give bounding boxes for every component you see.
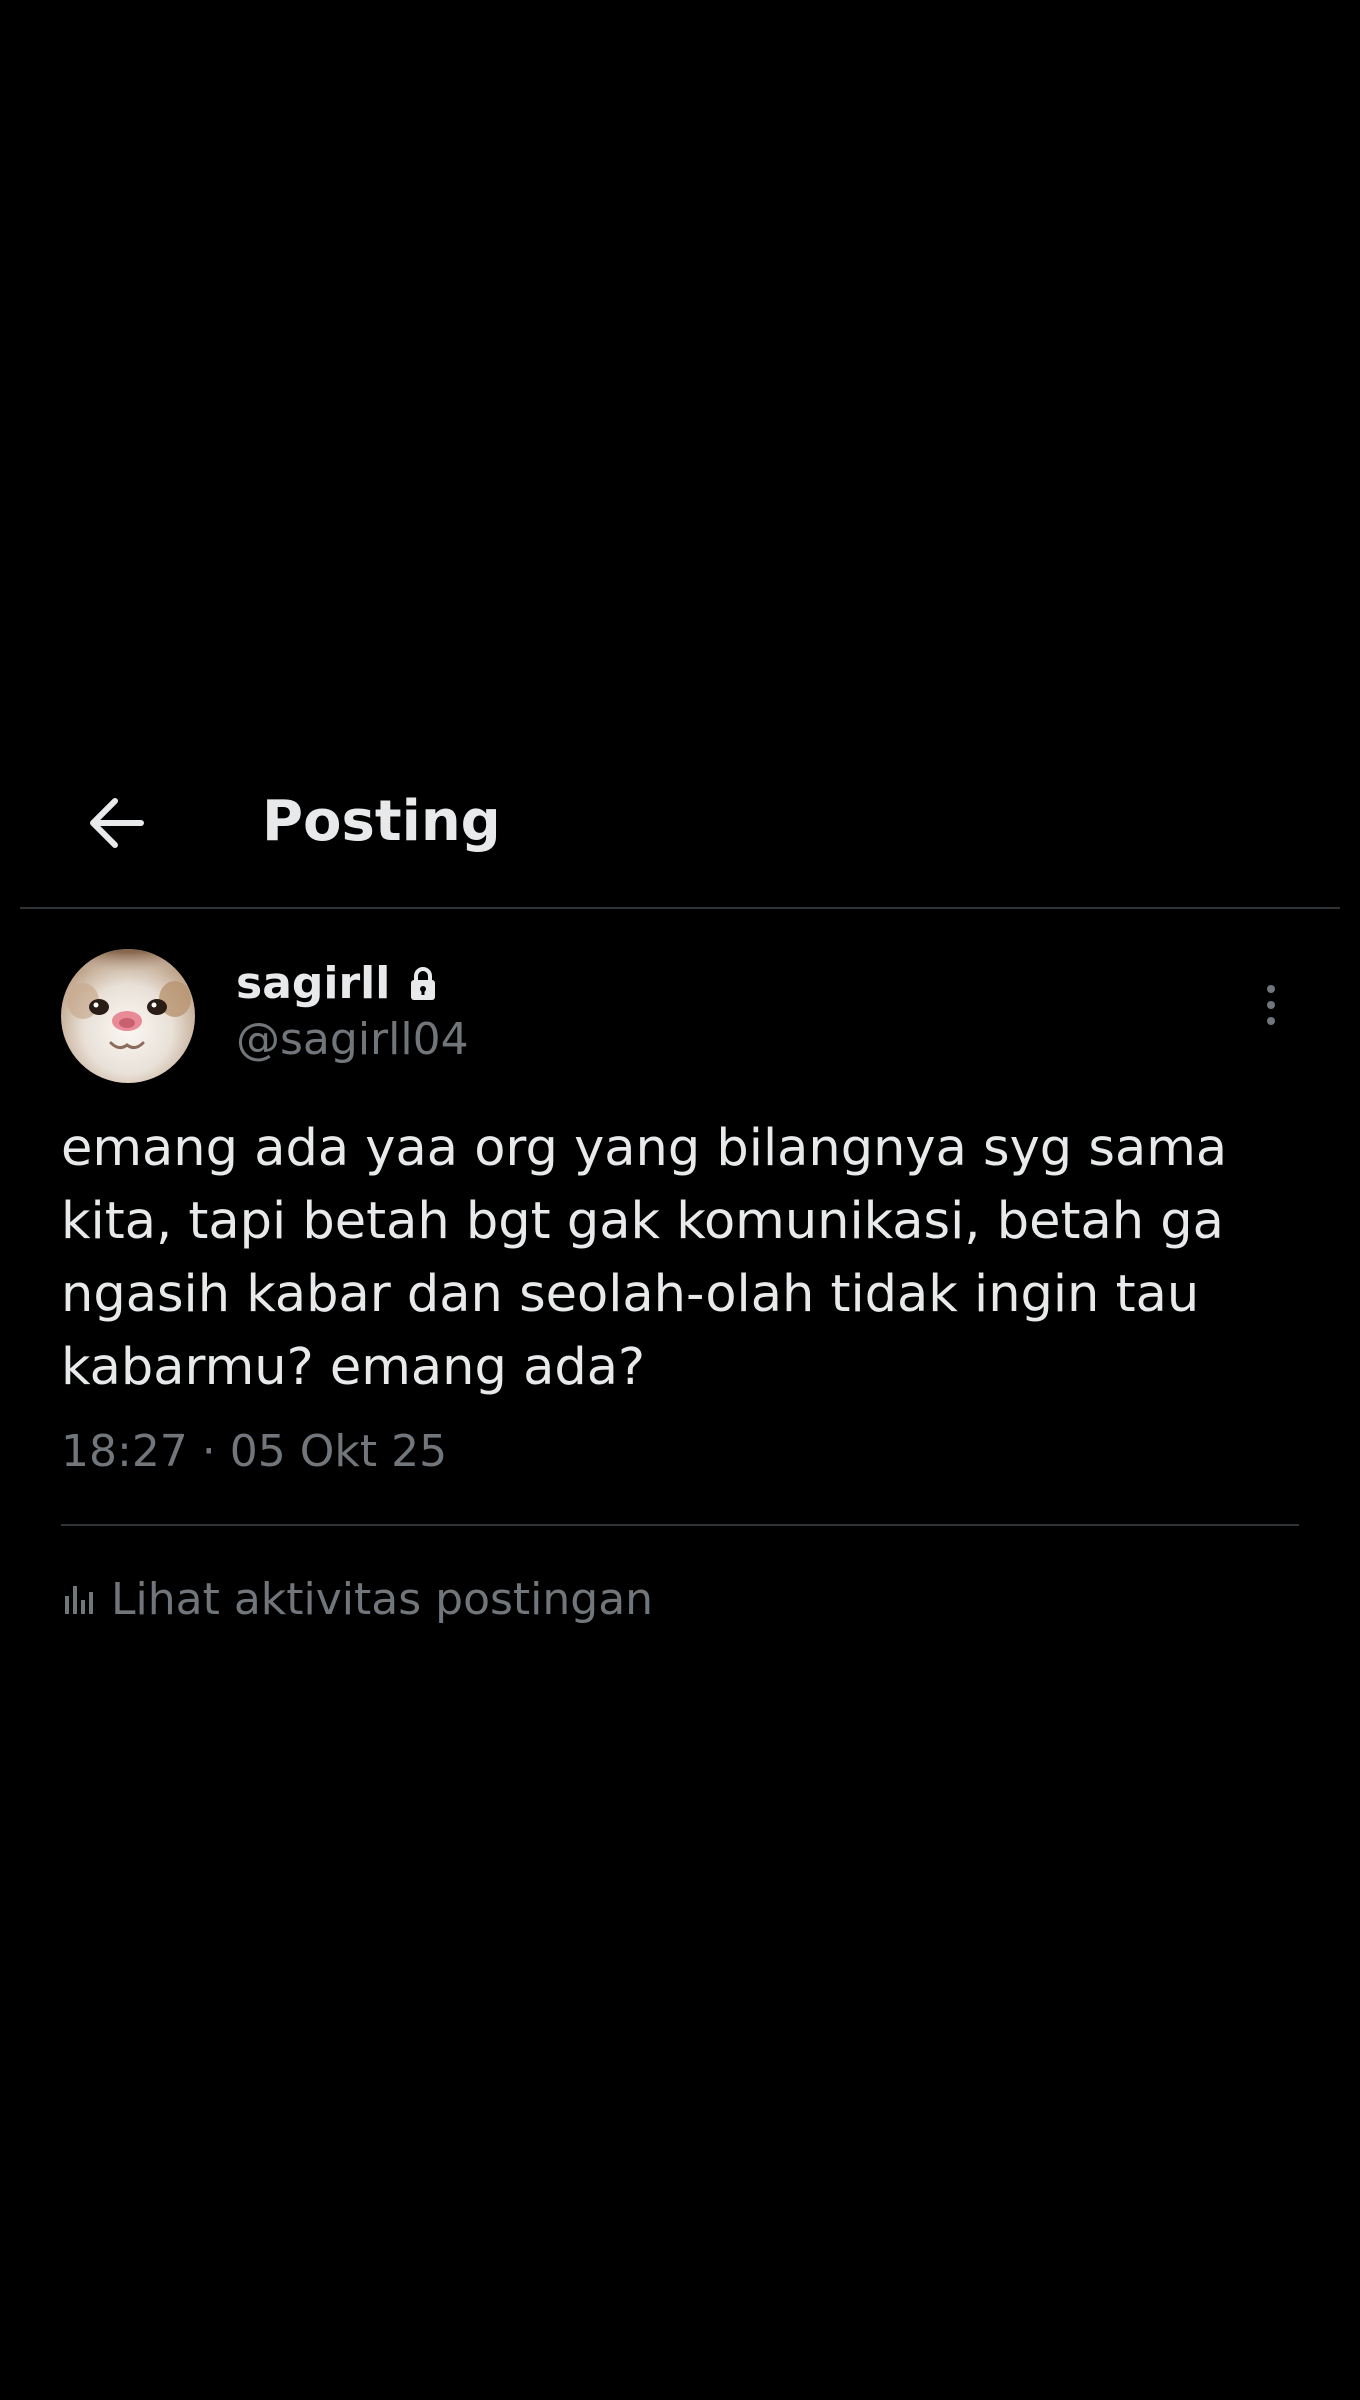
post-timestamp[interactable]: 18:27 · 05 Okt 25 xyxy=(61,1422,447,1482)
post-divider xyxy=(61,1524,1299,1526)
page-title: Posting xyxy=(262,789,501,854)
header-divider xyxy=(20,907,1340,909)
activity-label: Lihat aktivitas postingan xyxy=(111,1574,654,1625)
top-bar: Posting xyxy=(0,760,1360,910)
cat-face-avatar xyxy=(61,949,195,1083)
back-button[interactable] xyxy=(72,780,158,866)
author-display-name[interactable]: sagirll xyxy=(236,954,438,1014)
post-text: emang ada yaa org yang bilangnya syg sam… xyxy=(61,1119,1228,1397)
arrow-left-icon xyxy=(90,798,144,848)
avatar[interactable] xyxy=(61,949,195,1083)
bar-chart-icon xyxy=(65,1586,93,1614)
author-handle[interactable]: @sagirll04 xyxy=(236,1010,469,1070)
author-name-label: sagirll xyxy=(236,958,391,1009)
more-options-button[interactable] xyxy=(1246,970,1296,1040)
more-vertical-icon xyxy=(1267,985,1275,1025)
lock-icon xyxy=(408,966,438,1002)
view-post-activity-link[interactable]: Lihat aktivitas postingan xyxy=(61,1570,653,1630)
